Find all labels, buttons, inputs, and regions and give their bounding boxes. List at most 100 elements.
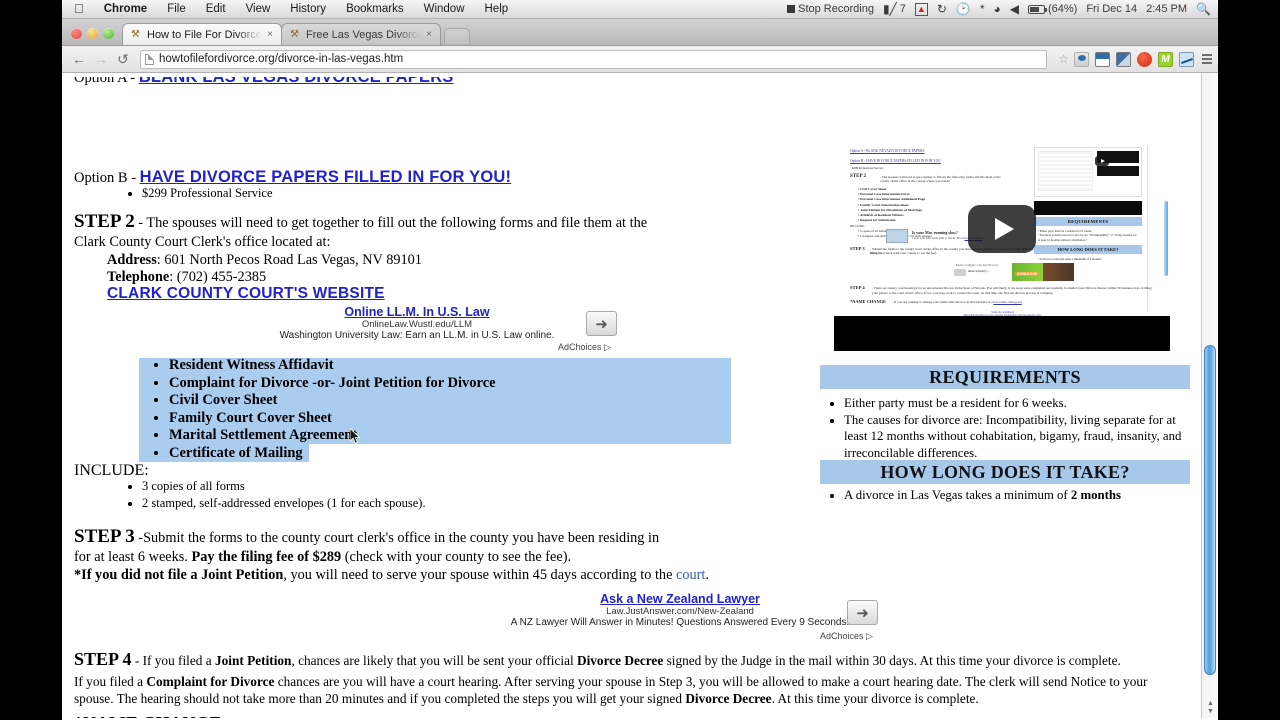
- scrollbar-thumb[interactable]: [1204, 345, 1216, 675]
- menu-bar-status-area: Stop Recording ▮╱ 7 ▲ ↻ 🕑 * ◕ ◀ (64%) Fr…: [787, 3, 1218, 16]
- chart-extension-icon[interactable]: [1179, 52, 1194, 67]
- stop-recording-status[interactable]: Stop Recording: [787, 3, 874, 15]
- thumb-text: STEP 2: [850, 174, 866, 179]
- scrollbar-arrows[interactable]: ▲▼: [1204, 700, 1217, 716]
- list-item: 2 stamped, self-addressed envelopes (1 f…: [142, 495, 426, 512]
- ad-title[interactable]: Online LL.M. In U.S. Law: [277, 305, 557, 319]
- thumb-text: • A divorce in Nevada takes a minimum of…: [1038, 257, 1102, 261]
- sync-icon[interactable]: ↻: [937, 3, 947, 15]
- step2-block: STEP 2 - The spouses will need to get to…: [74, 213, 674, 251]
- volume-icon[interactable]: ◀: [1010, 3, 1019, 15]
- court-link[interactable]: court: [676, 567, 705, 583]
- favicon-icon: ⚒: [131, 29, 142, 40]
- youtube-play-icon[interactable]: [968, 205, 1036, 253]
- battery-status[interactable]: (64%): [1028, 3, 1077, 15]
- new-tab-button[interactable]: [444, 28, 470, 44]
- ad-arrow-button[interactable]: ➜: [586, 311, 617, 336]
- menu-bar-time[interactable]: 2:45 PM: [1146, 3, 1187, 15]
- thumb-scrollbar: [1164, 201, 1168, 276]
- step2-label: STEP 2: [74, 211, 135, 232]
- forward-button[interactable]: →: [90, 51, 112, 67]
- step4-p1e: signed by the Judge in the mail within 3…: [663, 653, 1121, 668]
- list-item: The causes for divorce are: Incompatibil…: [844, 412, 1190, 462]
- stumbleupon-icon[interactable]: [1137, 52, 1152, 67]
- extension-icon-3[interactable]: [1116, 52, 1131, 67]
- thumb-text: STEP 3: [850, 246, 865, 251]
- address-bar[interactable]: howtofilefordivorce.org/divorce-in-las-v…: [140, 50, 1047, 69]
- video-letterbox: [844, 316, 1160, 351]
- menu-bar-date[interactable]: Fri Dec 14: [1086, 3, 1137, 15]
- menu-bar-left:  Chrome File Edit View History Bookmark…: [62, 2, 518, 17]
- clock-icon[interactable]: 🕑: [956, 3, 971, 15]
- option-a-link[interactable]: BLANK LAS VEGAS DIVORCE PAPERS: [139, 73, 454, 86]
- step3-fee: Pay the filing fee of $289: [192, 549, 342, 565]
- thumb-text: Option A - BLANK NEVADA DIVORCE PAPERS: [850, 149, 924, 153]
- required-forms-list: Resident Witness Affidavit Complaint for…: [137, 357, 737, 462]
- thumb-text: $299 Professional Service: [852, 166, 883, 170]
- name-change-text: - If you are seeking to change your name…: [222, 717, 623, 718]
- step4-p1c: , chances are likely that you will be se…: [291, 653, 577, 668]
- maximize-window-button[interactable]: [103, 28, 114, 39]
- bookmark-star-icon[interactable]: ☆: [1053, 52, 1074, 66]
- evernote-icon[interactable]: M: [1158, 52, 1173, 67]
- bars-icon: ▮╱: [883, 3, 897, 15]
- thumb-requirements-heading: REQUIREMENTS: [1034, 217, 1142, 226]
- bluetooth-icon[interactable]: *: [980, 3, 985, 15]
- page-viewport: Option A - BLANK LAS VEGAS DIVORCE PAPER…: [62, 73, 1218, 718]
- ad-url: Law.JustAnswer.com/New-Zealand: [460, 606, 900, 617]
- youtube-video-embed[interactable]: Option A - BLANK NEVADA DIVORCE PAPERS O…: [834, 141, 1170, 351]
- thumb-text: STEP 4: [850, 285, 865, 290]
- ad-title[interactable]: Ask a New Zealand Lawyer: [460, 592, 900, 606]
- reload-button[interactable]: ↺: [112, 51, 134, 68]
- step3-joint-petition-note: *If you did not file a Joint Petition: [74, 567, 283, 583]
- name-change-label: *NAME CHANGE: [74, 713, 222, 718]
- menu-item-help[interactable]: Help: [475, 3, 519, 15]
- menu-item-edit[interactable]: Edit: [196, 3, 236, 15]
- menu-item-file[interactable]: File: [157, 3, 196, 15]
- step4-label: STEP 4: [74, 649, 132, 669]
- tab-strip: ⚒ How to File For Divorce in L × ⚒ Free …: [62, 19, 1218, 46]
- how-long-heading: HOW LONG DOES IT TAKE?: [820, 460, 1190, 484]
- thumb-text: INCLUDE:: [850, 224, 865, 228]
- favicon-icon: ⚒: [290, 29, 301, 40]
- thumb-text: Option B - HAVE DIVORCE PAPERS FILLED IN…: [850, 159, 941, 163]
- extension-icon-1[interactable]: [1074, 52, 1089, 67]
- ad-arrow-button[interactable]: ➜: [847, 600, 878, 625]
- back-button[interactable]: ←: [68, 51, 90, 67]
- menu-item-bookmarks[interactable]: Bookmarks: [336, 3, 414, 15]
- adchoices-label-1[interactable]: AdChoices ▷: [558, 342, 611, 353]
- notification-status[interactable]: ▮╱ 7: [883, 3, 906, 15]
- right-arrow-icon: ➜: [856, 604, 869, 622]
- extension-toolbar: M: [1074, 52, 1198, 67]
- menu-item-view[interactable]: View: [236, 3, 281, 15]
- step3-note-end: .: [705, 567, 709, 583]
- close-tab-icon[interactable]: ×: [426, 29, 432, 40]
- hamburger-menu-icon[interactable]: [1198, 54, 1212, 64]
- address-value: : 601 North Pecos Road Las Vegas, NV 891…: [157, 252, 422, 268]
- option-a-prefix: Option A -: [74, 73, 139, 86]
- wifi-icon[interactable]: ◕: [994, 3, 1001, 15]
- search-icon[interactable]: 🔍: [1196, 3, 1211, 15]
- option-b-link[interactable]: HAVE DIVORCE PAPERS FILLED IN FOR YOU!: [140, 168, 512, 186]
- menu-item-window[interactable]: Window: [414, 3, 475, 15]
- list-item: Certificate of Mailing: [169, 445, 737, 463]
- browser-toolbar: ← → ↺ howtofilefordivorce.org/divorce-in…: [62, 46, 1218, 73]
- thumb-inner-screenshot: [1034, 147, 1142, 197]
- adchoices-label-2[interactable]: AdChoices ▷: [820, 631, 873, 642]
- vertical-scrollbar[interactable]: ▲▼: [1201, 73, 1218, 718]
- requirements-heading: REQUIREMENTS: [820, 365, 1190, 389]
- free-name-change-kit-link[interactable]: free name change kit: [622, 717, 740, 718]
- tab-free-las-vegas-divorce-papers[interactable]: ⚒ Free Las Vegas Divorce Pape ×: [281, 23, 441, 45]
- right-arrow-icon: ➜: [595, 315, 608, 333]
- minimize-window-button[interactable]: [87, 28, 98, 39]
- menu-item-chrome[interactable]: Chrome: [94, 3, 157, 15]
- close-window-button[interactable]: [71, 28, 82, 39]
- extension-icon-2[interactable]: [1095, 52, 1110, 67]
- close-tab-icon[interactable]: ×: [267, 29, 273, 40]
- menu-item-history[interactable]: History: [280, 3, 336, 15]
- tab-how-to-file-for-divorce[interactable]: ⚒ How to File For Divorce in L ×: [122, 23, 282, 45]
- apple-icon[interactable]: : [70, 2, 94, 17]
- clark-county-court-website-link[interactable]: CLARK COUNTY COURT'S WEBSITE: [107, 285, 385, 302]
- address-label: Address: [107, 252, 157, 268]
- alert-icon[interactable]: ▲: [915, 3, 928, 16]
